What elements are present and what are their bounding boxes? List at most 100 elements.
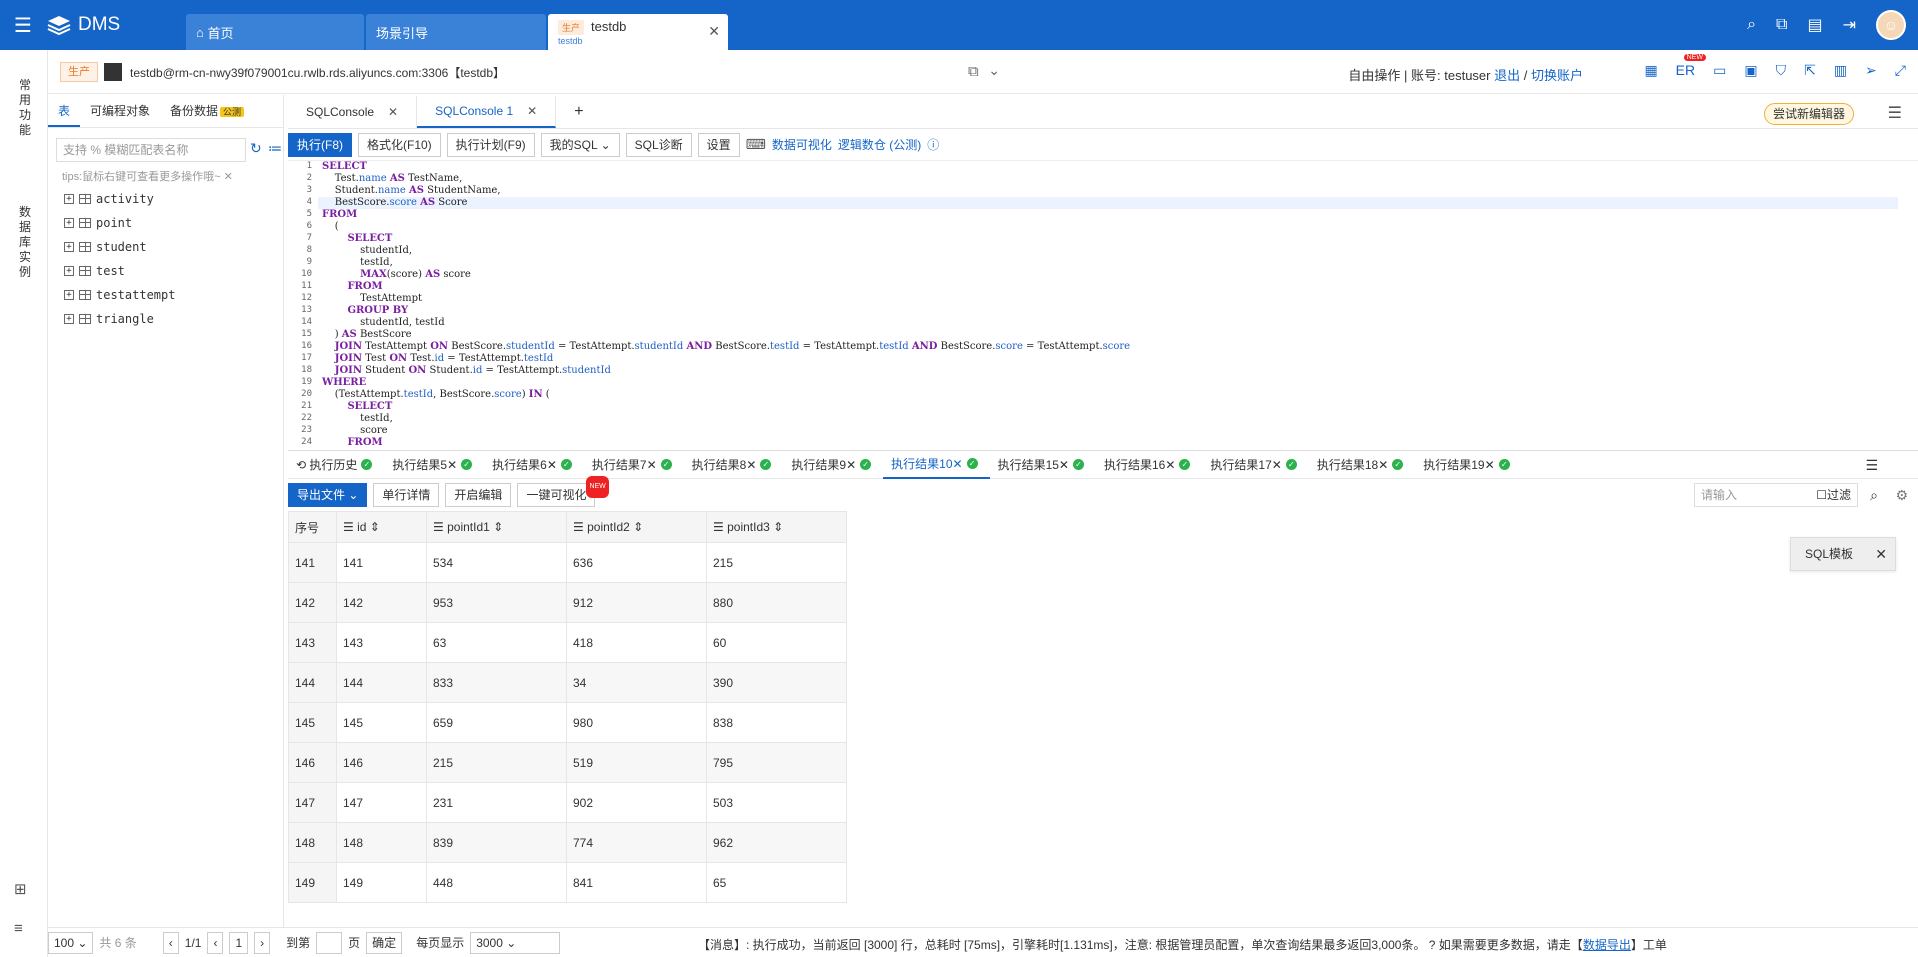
close-icon[interactable]: ✕: [547, 458, 557, 472]
confirm-button[interactable]: 确定: [366, 931, 403, 954]
table-cell[interactable]: 953: [426, 582, 567, 623]
add-tab-icon[interactable]: +: [556, 96, 601, 128]
prev-icon[interactable]: ‹: [207, 931, 224, 954]
tree-item[interactable]: + test: [64, 259, 175, 283]
table-cell[interactable]: 519: [566, 742, 707, 783]
close-icon[interactable]: ✕: [746, 458, 756, 472]
close-icon[interactable]: ✕: [1059, 458, 1069, 472]
table-cell[interactable]: 215: [426, 742, 567, 783]
tree-item[interactable]: + triangle: [64, 307, 175, 331]
expand-icon[interactable]: ⤢: [1895, 62, 1906, 79]
table-cell[interactable]: 148: [288, 822, 337, 863]
tab-backup[interactable]: 备份数据 公测: [160, 95, 254, 127]
table-cell[interactable]: 659: [426, 702, 567, 743]
gear-icon[interactable]: ⚙: [1895, 487, 1908, 504]
connection-select[interactable]: testdb@rm-cn-nwy39f079001cu.rwlb.rds.ali…: [104, 59, 1004, 85]
table-cell[interactable]: 149: [288, 862, 337, 903]
tab-result[interactable]: 执行结果17 ✕ ✓: [1202, 451, 1308, 479]
collapse-icon[interactable]: ≡: [14, 920, 23, 937]
table-cell[interactable]: 841: [566, 862, 707, 903]
try-new-editor-button[interactable]: 尝试新编辑器: [1763, 103, 1854, 125]
table-cell[interactable]: 448: [426, 862, 567, 903]
table-cell[interactable]: 143: [288, 622, 337, 663]
expand-icon[interactable]: +: [64, 194, 74, 204]
tab-sqlconsole[interactable]: SQLConsole ✕: [288, 96, 418, 128]
close-icon[interactable]: ✕: [1272, 458, 1282, 472]
logout-icon[interactable]: ⇥: [1843, 15, 1856, 35]
menu-icon[interactable]: ☰: [1888, 103, 1902, 123]
table-cell[interactable]: 141: [336, 542, 427, 583]
close-icon[interactable]: ✕: [388, 105, 398, 119]
table-cell[interactable]: 144: [288, 662, 337, 703]
tree-item[interactable]: + testattempt: [64, 283, 175, 307]
table-cell[interactable]: 145: [336, 702, 427, 743]
close-icon[interactable]: ✕: [1165, 458, 1175, 472]
close-icon[interactable]: ✕: [846, 458, 856, 472]
close-icon[interactable]: ✕: [1875, 538, 1887, 570]
tab-home[interactable]: ⌂ 首页: [186, 14, 364, 50]
enable-edit-button[interactable]: 开启编辑: [445, 483, 512, 507]
list-icon[interactable]: ≔: [268, 140, 282, 157]
expand-icon[interactable]: +: [64, 290, 74, 300]
row-detail-button[interactable]: 单行详情: [373, 483, 440, 507]
tab-scene-guide[interactable]: 场景引导: [366, 14, 546, 50]
settings-button[interactable]: 设置: [697, 132, 740, 157]
page-input[interactable]: 1: [229, 931, 249, 954]
sql-template-panel[interactable]: SQL模板 ✕: [1790, 537, 1896, 571]
table-row[interactable]: 148 148 839 774 962: [288, 822, 847, 863]
filter-checkbox[interactable]: ☐过滤: [1816, 484, 1851, 506]
table-cell[interactable]: 147: [288, 782, 337, 823]
table-cell[interactable]: 838: [706, 702, 847, 743]
table-cell[interactable]: 146: [288, 742, 337, 783]
search-icon[interactable]: ⌕: [1870, 487, 1878, 504]
tree-item[interactable]: + student: [64, 235, 175, 259]
tab-result[interactable]: 执行结果8 ✕ ✓: [684, 451, 784, 479]
table-cell[interactable]: 34: [566, 662, 707, 703]
expand-icon[interactable]: +: [64, 218, 74, 228]
avatar[interactable]: ☺: [1876, 10, 1906, 40]
table-cell[interactable]: 146: [336, 742, 427, 783]
app-logo[interactable]: DMS: [46, 14, 172, 36]
common-functions[interactable]: 常用功能: [18, 78, 32, 138]
help-icon[interactable]: ⓘ: [927, 136, 939, 153]
send-icon[interactable]: ➢: [1865, 62, 1877, 79]
table-cell[interactable]: 60: [706, 622, 847, 663]
table-cell[interactable]: 65: [706, 862, 847, 903]
menu-icon[interactable]: ☰: [0, 0, 46, 50]
close-icon[interactable]: ✕: [447, 458, 457, 472]
table-row[interactable]: 143 143 63 418 60: [288, 622, 847, 663]
per-page-select[interactable]: 3000 ⌄: [470, 931, 561, 954]
search-icon[interactable]: ⌕: [1747, 16, 1756, 34]
table-cell[interactable]: 962: [706, 822, 847, 863]
shield-icon[interactable]: ⛉: [1776, 62, 1787, 79]
tab-result[interactable]: 执行结果18 ✕ ✓: [1309, 451, 1415, 479]
table-cell[interactable]: 63: [426, 622, 567, 663]
er-button[interactable]: ER NEW: [1676, 54, 1707, 79]
table-cell[interactable]: 880: [706, 582, 847, 623]
table-cell[interactable]: 231: [426, 782, 567, 823]
tab-result[interactable]: 执行结果15 ✕ ✓: [990, 451, 1096, 479]
table-cell[interactable]: 912: [566, 582, 707, 623]
doc-icon[interactable]: ▥: [1834, 62, 1847, 79]
prev-page-button[interactable]: ‹: [162, 931, 179, 954]
table-cell[interactable]: 774: [566, 822, 707, 863]
table-cell[interactable]: 144: [336, 662, 427, 703]
copy-icon[interactable]: ⧉: [968, 63, 979, 80]
format-button[interactable]: 格式化(F10): [358, 132, 441, 157]
switch-account-link[interactable]: 切换账户: [1531, 68, 1583, 83]
refresh-icon[interactable]: ↻: [250, 140, 262, 157]
table-cell[interactable]: 145: [288, 702, 337, 743]
table-row[interactable]: 144 144 833 34 390: [288, 662, 847, 703]
tab-testdb[interactable]: 生产 testdb testdb ✕: [548, 14, 728, 50]
close-icon[interactable]: ✕: [708, 23, 720, 40]
tab-result[interactable]: 执行结果7 ✕ ✓: [584, 451, 684, 479]
table-cell[interactable]: 142: [288, 582, 337, 623]
monitor-icon[interactable]: ▭: [1713, 62, 1726, 79]
ticket-icon[interactable]: ▤: [1807, 15, 1822, 35]
filter-input[interactable]: 请输入 ☐过滤: [1694, 483, 1858, 507]
tab-result[interactable]: 执行结果19 ✕ ✓: [1415, 451, 1521, 479]
close-icon[interactable]: ✕: [1485, 458, 1495, 472]
sql-diagnose-button[interactable]: SQL诊断: [625, 132, 692, 157]
expand-icon[interactable]: +: [64, 242, 74, 252]
close-icon[interactable]: ✕: [224, 171, 233, 183]
